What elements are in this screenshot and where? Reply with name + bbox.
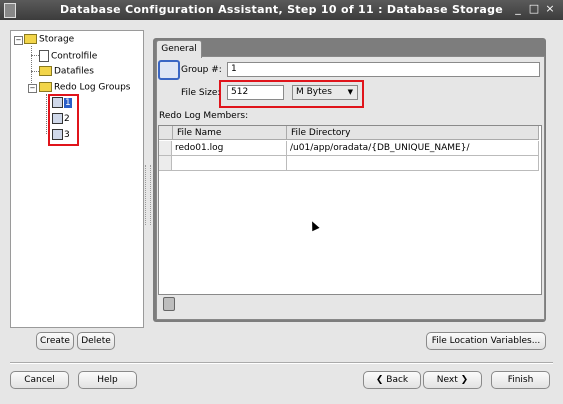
table-cell[interactable] xyxy=(172,156,287,171)
file-size-field[interactable]: 512 xyxy=(227,85,284,100)
next-arrow-icon: ❯ xyxy=(460,375,469,385)
back-arrow-icon: ❮ xyxy=(375,375,384,385)
row-header[interactable] xyxy=(159,156,172,171)
redo-members-label: Redo Log Members: xyxy=(159,111,249,121)
tree-connector xyxy=(31,71,39,72)
cancel-button[interactable]: Cancel xyxy=(10,371,69,389)
chevron-down-icon: ▼ xyxy=(347,88,353,96)
separator xyxy=(10,362,553,364)
collapse-storage-icon[interactable]: − xyxy=(14,36,23,45)
trash-icon[interactable] xyxy=(163,297,175,311)
redo-group-icon xyxy=(158,60,180,80)
group-label: Group #: xyxy=(181,65,222,75)
redo-group-icon xyxy=(52,129,63,140)
next-button[interactable]: Next ❯ xyxy=(423,371,482,389)
title-bar[interactable]: Database Configuration Assistant, Step 1… xyxy=(0,0,563,20)
table-cell[interactable] xyxy=(287,156,539,171)
redo-members-table[interactable]: File Name File Directory redo01.log /u01… xyxy=(158,125,542,295)
finish-button[interactable]: Finish xyxy=(491,371,550,389)
delete-button[interactable]: Delete xyxy=(77,332,115,350)
size-unit-dropdown[interactable]: M Bytes ▼ xyxy=(292,85,358,100)
maximize-button[interactable]: □ xyxy=(527,2,541,16)
redo-group-icon xyxy=(52,113,63,124)
tree-node-storage[interactable]: Storage xyxy=(24,34,74,45)
tab-general[interactable]: General xyxy=(156,40,202,58)
dbca-window: Database Configuration Assistant, Step 1… xyxy=(0,0,563,404)
folder-icon xyxy=(39,82,52,92)
tree-node-redo-log-groups[interactable]: Redo Log Groups xyxy=(39,82,131,93)
split-pane-divider[interactable] xyxy=(145,165,151,225)
tree-connector xyxy=(31,46,32,89)
size-unit-value: M Bytes xyxy=(296,87,332,97)
tree-node-group-2[interactable]: 2 xyxy=(52,113,70,124)
file-icon xyxy=(39,50,49,62)
tree-node-datafiles[interactable]: Datafiles xyxy=(39,66,94,77)
tree-node-controlfile[interactable]: Controlfile xyxy=(39,50,97,62)
column-header-file-name[interactable]: File Name xyxy=(173,126,287,140)
back-button[interactable]: ❮ Back xyxy=(363,371,421,389)
folder-icon xyxy=(39,66,52,76)
tree-node-group-1[interactable]: 1 xyxy=(52,97,72,108)
tree-node-group-3[interactable]: 3 xyxy=(52,129,70,140)
collapse-redo-icon[interactable]: − xyxy=(28,84,37,93)
minimize-button[interactable]: _ xyxy=(511,2,525,16)
storage-tree[interactable]: − Storage Controlfile Datafiles − Redo L… xyxy=(10,30,144,328)
file-size-label: File Size: xyxy=(181,88,221,98)
redo-group-icon xyxy=(52,97,63,108)
column-header-file-directory[interactable]: File Directory xyxy=(287,126,539,140)
row-header[interactable] xyxy=(159,141,172,156)
row-header-corner xyxy=(159,126,173,140)
help-button[interactable]: Help xyxy=(78,371,137,389)
window-title: Database Configuration Assistant, Step 1… xyxy=(60,3,503,16)
table-cell[interactable]: redo01.log xyxy=(172,141,287,156)
close-button[interactable]: × xyxy=(543,2,557,16)
table-cell[interactable]: /u01/app/oradata/{DB_UNIQUE_NAME}/ xyxy=(287,141,539,156)
folder-icon xyxy=(24,34,37,44)
file-location-variables-button[interactable]: File Location Variables... xyxy=(426,332,546,350)
group-number-field[interactable]: 1 xyxy=(227,62,540,77)
tree-connector xyxy=(46,94,47,134)
create-button[interactable]: Create xyxy=(36,332,74,350)
tree-connector xyxy=(31,55,39,56)
